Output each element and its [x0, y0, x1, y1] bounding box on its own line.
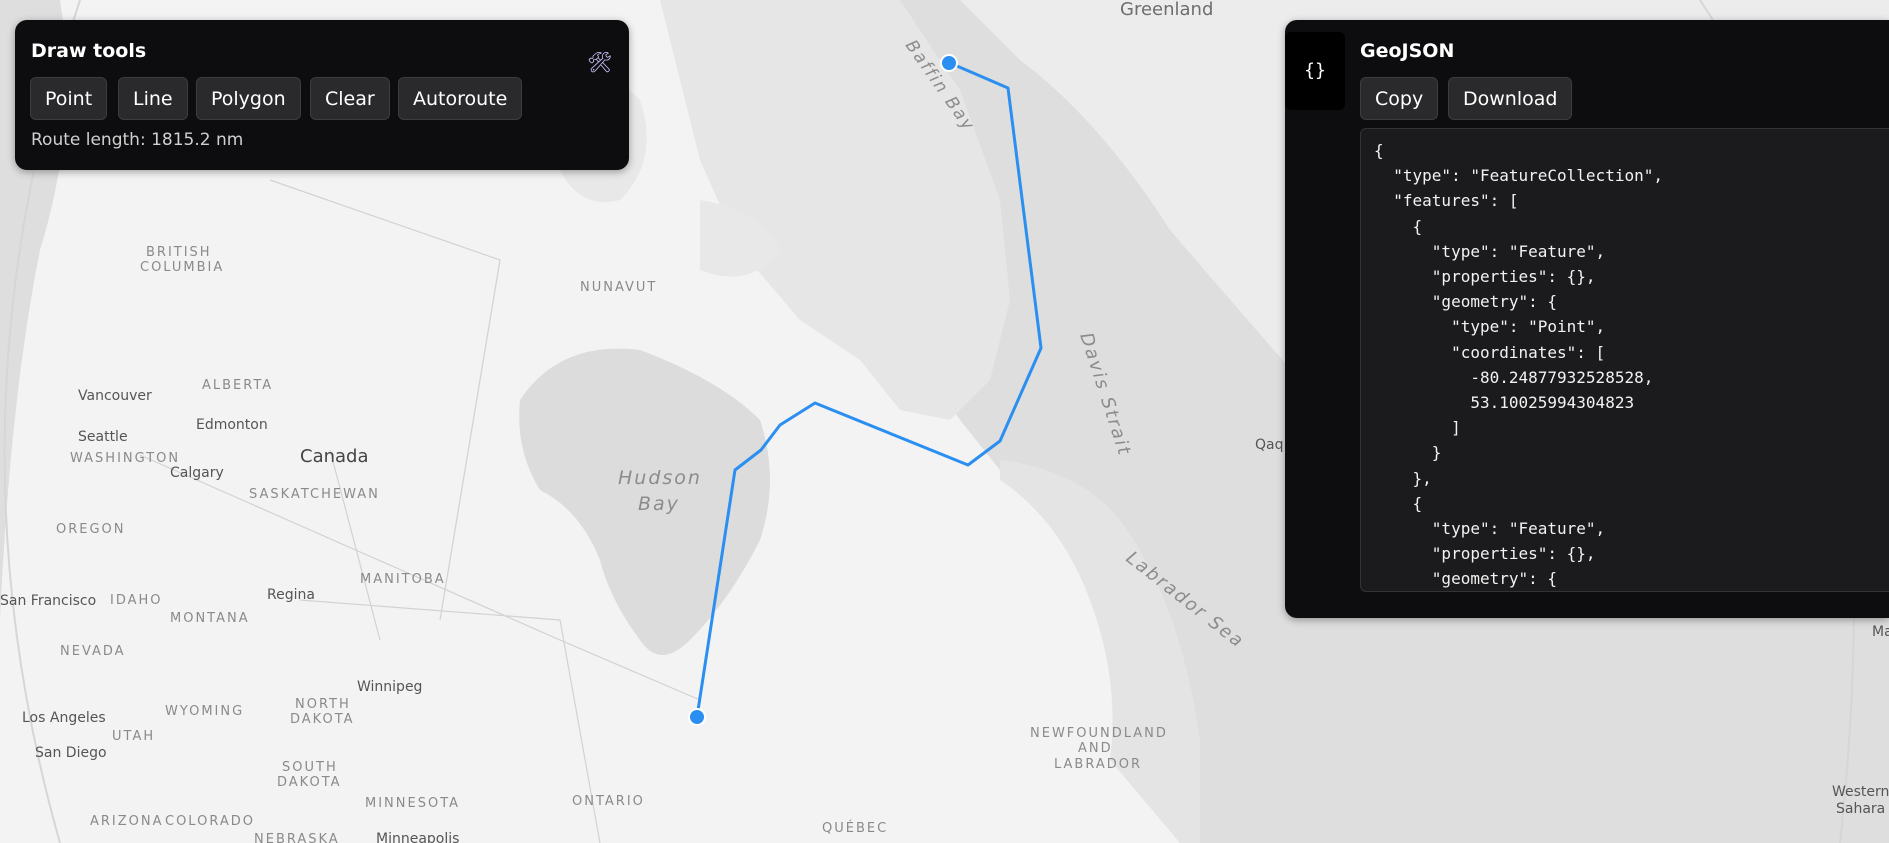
label-san-diego: San Diego: [35, 745, 107, 761]
label-hudson-bay-1: Hudson: [618, 467, 702, 489]
label-calgary: Calgary: [170, 465, 224, 481]
label-nunavut: NUNAVUT: [580, 280, 657, 295]
point-button[interactable]: Point: [30, 77, 108, 120]
label-south-dakota-2: DAKOTA: [277, 775, 342, 790]
label-greenland: Greenland: [1120, 0, 1213, 20]
label-newfoundland-1: NEWFOUNDLAND: [1030, 726, 1168, 741]
label-minneapolis: Minneapolis: [376, 831, 459, 843]
label-nebraska: NEBRASKA: [254, 832, 340, 843]
label-manitoba: MANITOBA: [360, 572, 446, 587]
label-quebec: QUÉBEC: [822, 820, 888, 836]
label-western-sahara-2: Sahara: [1836, 801, 1885, 817]
label-south-dakota-1: SOUTH: [282, 760, 338, 775]
route-length-text: Route length: 1815.2 nm: [31, 130, 244, 150]
label-newfoundland-2: AND: [1078, 741, 1113, 756]
label-los-angeles: Los Angeles: [22, 710, 106, 726]
download-button[interactable]: Download: [1448, 77, 1573, 120]
label-colorado: COLORADO: [165, 814, 255, 829]
geojson-panel: {} GeoJSON Copy Download { "type": "Feat…: [1285, 20, 1889, 618]
label-newfoundland-3: LABRADOR: [1054, 757, 1142, 772]
label-north-dakota-2: DAKOTA: [290, 712, 355, 727]
label-western-sahara-1: Western: [1832, 784, 1889, 800]
route-start-point[interactable]: [688, 708, 706, 726]
label-montana: MONTANA: [170, 611, 250, 626]
label-regina: Regina: [267, 587, 315, 603]
label-north-dakota-1: NORTH: [295, 697, 351, 712]
label-qaq: Qaq: [1255, 437, 1284, 453]
geojson-text: { "type": "FeatureCollection", "features…: [1374, 141, 1663, 589]
label-idaho: IDAHO: [110, 593, 163, 608]
label-san-francisco: San Francisco: [0, 593, 96, 609]
tools-icon[interactable]: 🛠: [587, 50, 612, 74]
braces-icon[interactable]: {}: [1285, 32, 1345, 110]
label-british-columbia-2: COLUMBIA: [140, 260, 224, 275]
label-alberta: ALBERTA: [202, 378, 273, 393]
polygon-button[interactable]: Polygon: [196, 77, 301, 120]
label-wyoming: WYOMING: [165, 704, 244, 719]
label-ma: Ma: [1872, 624, 1889, 640]
geojson-output[interactable]: { "type": "FeatureCollection", "features…: [1360, 128, 1889, 592]
label-washington: WASHINGTON: [70, 451, 180, 466]
line-button[interactable]: Line: [118, 77, 188, 120]
label-oregon: OREGON: [56, 522, 126, 537]
label-arizona: ARIZONA: [90, 814, 164, 829]
geojson-title: GeoJSON: [1360, 40, 1455, 62]
label-winnipeg: Winnipeg: [357, 679, 422, 695]
label-minnesota: MINNESOTA: [365, 796, 460, 811]
label-ontario: ONTARIO: [572, 794, 645, 809]
autoroute-button[interactable]: Autoroute: [398, 77, 523, 120]
label-seattle: Seattle: [78, 429, 128, 445]
label-hudson-bay-2: Bay: [638, 493, 680, 515]
label-edmonton: Edmonton: [196, 417, 268, 433]
label-nevada: NEVADA: [60, 644, 126, 659]
copy-button[interactable]: Copy: [1360, 77, 1439, 120]
label-utah: UTAH: [112, 729, 155, 744]
label-british-columbia-1: BRITISH: [146, 245, 212, 260]
route-end-point[interactable]: [940, 54, 958, 72]
clear-button[interactable]: Clear: [310, 77, 390, 120]
label-vancouver: Vancouver: [78, 388, 152, 404]
label-canada: Canada: [300, 446, 369, 467]
draw-tools-title: Draw tools: [31, 40, 147, 62]
draw-tools-panel: Draw tools 🛠 Point Line Polygon Clear Au…: [15, 20, 629, 170]
label-saskatchewan: SASKATCHEWAN: [249, 487, 380, 502]
